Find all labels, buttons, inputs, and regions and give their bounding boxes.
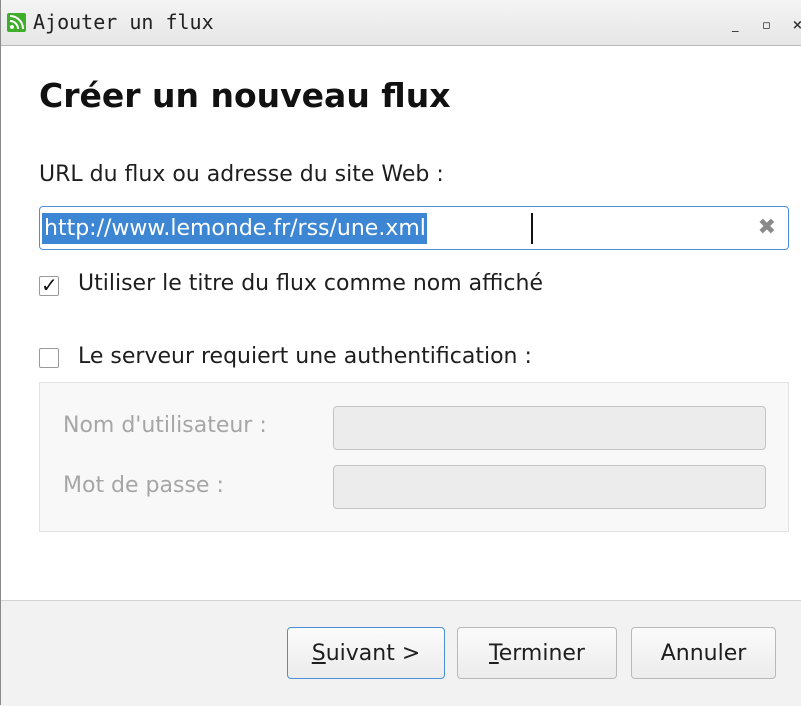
password-field xyxy=(333,465,766,509)
use-feed-title-checkbox[interactable]: ✓ xyxy=(39,273,59,297)
username-label: Nom d'utilisateur : xyxy=(63,413,267,438)
minimize-icon[interactable]: _ xyxy=(732,18,739,33)
url-input[interactable]: http://www.lemonde.fr/rss/une.xml ✖ xyxy=(39,206,789,250)
url-label: URL du flux ou adresse du site Web : xyxy=(39,162,444,187)
maximize-icon[interactable]: ▫ xyxy=(762,18,771,33)
finish-button-mnemonic: T xyxy=(489,640,499,666)
checkmark-icon: ✓ xyxy=(41,273,58,297)
next-button-mnemonic: S xyxy=(311,640,326,666)
use-feed-title-label[interactable]: Utiliser le titre du flux comme nom affi… xyxy=(78,271,543,296)
rss-feed-icon xyxy=(7,13,26,32)
password-label: Mot de passe : xyxy=(63,473,224,498)
cancel-button-label: Annuler xyxy=(660,640,747,666)
finish-button-label: erminer xyxy=(498,640,585,666)
page-title: Créer un nouveau flux xyxy=(39,76,451,115)
next-button-label: uivant > xyxy=(325,640,421,666)
dialog-window: Ajouter un flux _ ▫ × Créer un nouveau f… xyxy=(0,0,801,706)
window-title: Ajouter un flux xyxy=(33,10,214,34)
title-bar[interactable]: Ajouter un flux _ ▫ × xyxy=(1,0,801,46)
finish-button[interactable]: Terminer xyxy=(457,627,617,679)
close-icon[interactable]: × xyxy=(792,18,801,33)
url-input-value: http://www.lemonde.fr/rss/une.xml xyxy=(42,213,427,244)
auth-credentials-group: Nom d'utilisateur : Mot de passe : xyxy=(39,382,789,532)
text-caret xyxy=(531,213,533,244)
cancel-button[interactable]: Annuler xyxy=(631,627,776,679)
clear-icon[interactable]: ✖ xyxy=(758,216,776,240)
auth-required-label[interactable]: Le serveur requiert une authentification… xyxy=(78,344,532,369)
auth-required-checkbox[interactable] xyxy=(39,348,59,368)
next-button[interactable]: Suivant > xyxy=(287,627,445,679)
username-field xyxy=(333,406,766,450)
